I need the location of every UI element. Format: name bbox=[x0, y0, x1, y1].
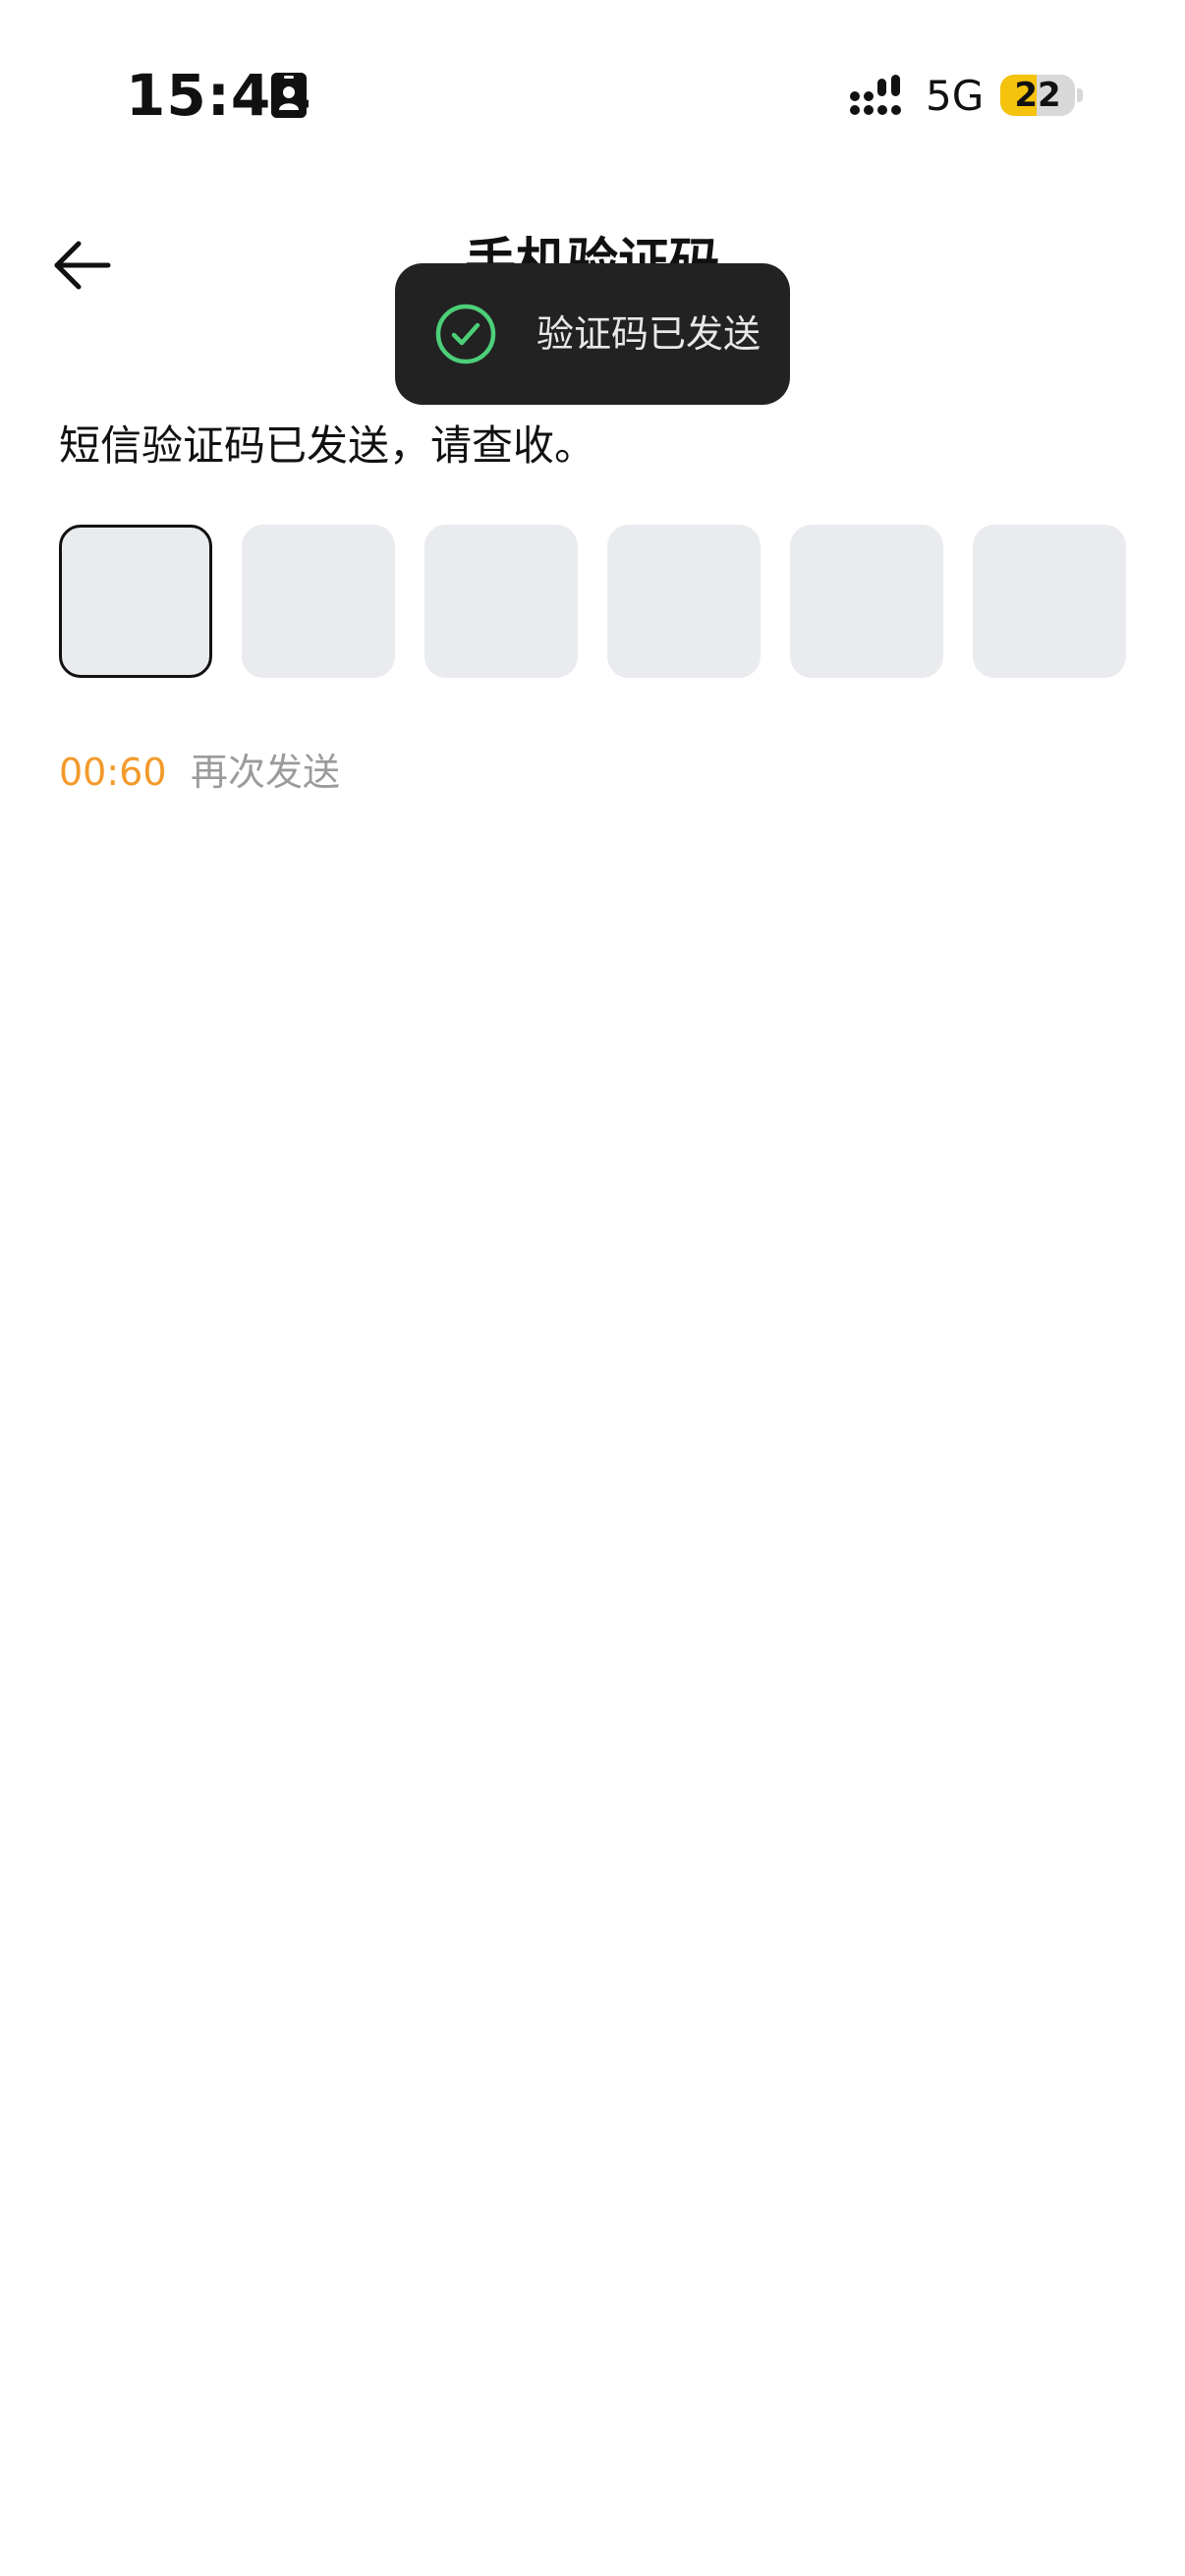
network-type: 5G bbox=[926, 72, 985, 120]
code-digit-box[interactable] bbox=[973, 525, 1126, 678]
toast-message: 验证码已发送 bbox=[536, 312, 762, 356]
code-digit-box[interactable] bbox=[424, 525, 578, 678]
countdown-timer: 00:60 bbox=[59, 751, 167, 794]
battery-indicator: 22 bbox=[1000, 75, 1075, 116]
code-digit-box[interactable] bbox=[607, 525, 761, 678]
toast-notification: 验证码已发送 bbox=[395, 263, 790, 405]
id-card-icon bbox=[271, 73, 307, 118]
code-digit-box[interactable] bbox=[59, 525, 212, 678]
battery-cap bbox=[1077, 88, 1083, 102]
battery-level: 22 bbox=[1014, 76, 1061, 115]
status-bar: 15:44 5G 22 bbox=[0, 0, 1185, 196]
resend-button[interactable]: 再次发送 bbox=[191, 747, 340, 798]
signal-bars-icon bbox=[849, 75, 908, 118]
code-digit-box[interactable] bbox=[242, 525, 395, 678]
instruction-text: 短信验证码已发送，请查收。 bbox=[59, 421, 596, 470]
verification-code-input[interactable] bbox=[59, 525, 1126, 678]
code-digit-box[interactable] bbox=[790, 525, 943, 678]
check-circle-icon bbox=[434, 303, 497, 365]
